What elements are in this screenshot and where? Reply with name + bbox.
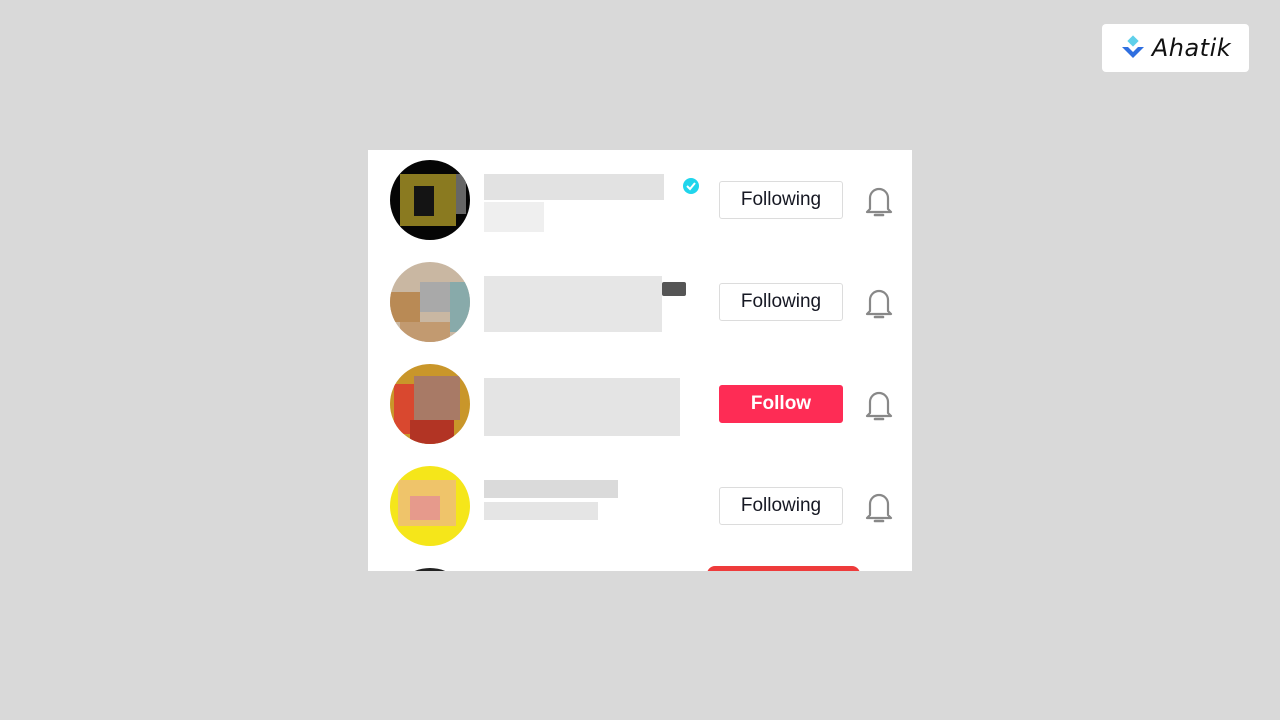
avatar[interactable] [390,466,470,546]
list-item: Following [368,252,912,354]
avatar[interactable] [390,262,470,342]
verified-icon [683,178,699,194]
avatar[interactable] [390,568,470,571]
highlight-box [707,566,860,571]
bell-icon[interactable] [864,286,894,320]
following-button[interactable]: Following [719,181,843,219]
bell-icon[interactable] [864,490,894,524]
blurred-handle [484,202,544,232]
brand-logo-icon [1121,35,1144,58]
list-item: Following [368,150,912,252]
blurred-username [484,174,664,200]
following-list-panel: Following Following Follow Following [368,150,912,571]
brand-badge: Ahatik [1102,24,1249,72]
bell-icon[interactable] [864,388,894,422]
blurred-handle [484,502,598,520]
following-button[interactable]: Following [719,487,843,525]
follow-button[interactable]: Follow [719,385,843,423]
avatar[interactable] [390,160,470,240]
bell-icon[interactable] [864,184,894,218]
brand-name: Ahatik [1151,34,1232,62]
blurred-username [484,276,662,332]
list-item: Follow [368,354,912,571]
video-camera-icon [662,282,686,296]
following-button[interactable]: Following [719,283,843,321]
list-item: Following [368,456,912,558]
blurred-username [484,480,618,498]
blurred-username [484,378,680,436]
avatar[interactable] [390,364,470,444]
